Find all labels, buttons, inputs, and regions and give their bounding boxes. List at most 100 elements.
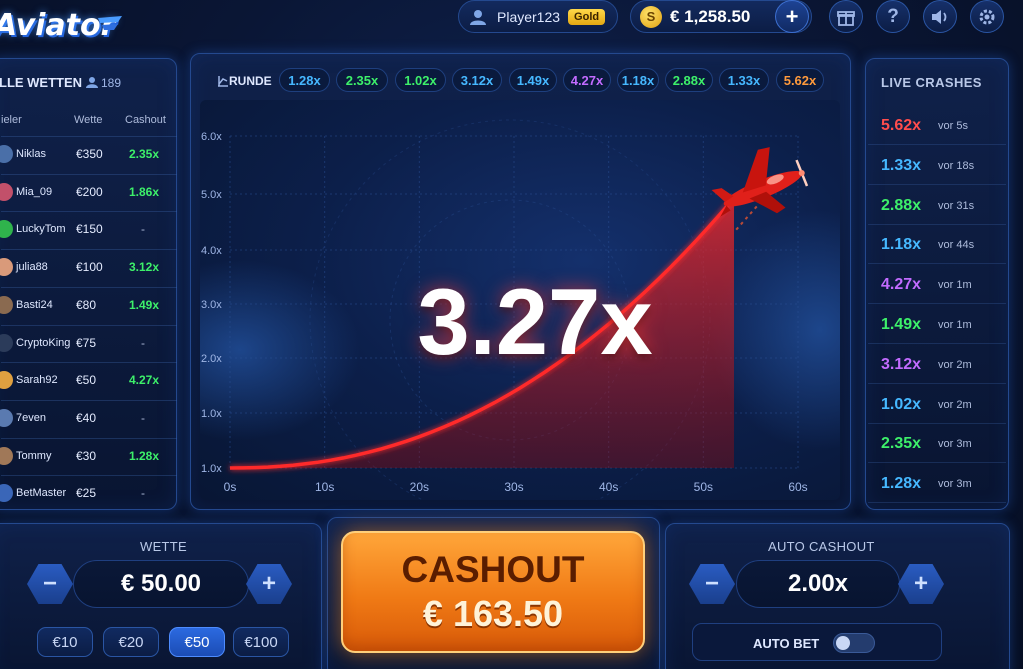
- bet-amount: €80: [76, 297, 97, 312]
- all-bets-panel: LLE WETTEN 189 ieler Wette Cashout Nikla…: [0, 58, 177, 510]
- bet-row: Basti24 €80 1.49x: [0, 286, 177, 324]
- minus-icon: −: [42, 570, 57, 597]
- quick-amount-button[interactable]: €10: [37, 627, 93, 657]
- help-button[interactable]: ?: [876, 0, 910, 33]
- sound-icon: [932, 9, 947, 24]
- plus-icon: +: [913, 570, 928, 597]
- crash-time: vor 5s: [938, 120, 968, 132]
- bet-row: Niklas €350 2.35x: [0, 136, 177, 173]
- auto-bet-label: AUTO BET: [753, 636, 820, 651]
- x-tick-label: 60s: [788, 480, 807, 494]
- crash-multiplier: 2.88x: [881, 196, 922, 214]
- auto-cashout-input[interactable]: 2.00x: [736, 560, 900, 608]
- avatar: [0, 484, 13, 503]
- quick-amount-button[interactable]: €20: [103, 627, 159, 657]
- y-tick-label: 4.0x: [201, 245, 222, 257]
- crash-multiplier: 3.12x: [881, 355, 922, 373]
- coin-icon: S: [640, 5, 662, 28]
- current-multiplier: 3.27x: [417, 269, 653, 374]
- y-tick-label: 6.0x: [201, 131, 222, 143]
- settings-button[interactable]: [970, 0, 1004, 33]
- crash-multiplier: 1.49x: [881, 316, 922, 333]
- crash-multiplier: 5.62x: [881, 117, 922, 134]
- crash-time: vor 1m: [938, 279, 972, 292]
- quick-amount-button[interactable]: €100: [233, 627, 289, 657]
- sound-button[interactable]: [923, 0, 957, 33]
- live-crash-row: 1.02x vor 2m: [868, 384, 1006, 424]
- x-tick-label: 10s: [315, 480, 334, 494]
- bet-row: BetMaster €25 -: [0, 475, 177, 512]
- player-name: CryptoKing: [16, 336, 71, 349]
- bet-amount: €200: [76, 184, 103, 199]
- bet-title: WETTE: [140, 539, 187, 554]
- bet-row: Sarah92 €50 4.27x: [0, 362, 177, 399]
- live-crash-row: 1.18x vor 44s: [868, 224, 1006, 265]
- live-crashes-title: LIVE CRASHES: [881, 75, 982, 90]
- add-funds-button[interactable]: +: [775, 0, 809, 33]
- bet-row: LuckyTom €150 -: [0, 211, 177, 248]
- y-tick-label: 1.0x: [201, 408, 222, 420]
- crash-time: vor 31s: [938, 199, 975, 212]
- crash-time: vor 18s: [938, 159, 975, 172]
- user-profile[interactable]: Player123 Gold: [458, 0, 618, 33]
- cashout-value: -: [141, 410, 145, 425]
- live-crash-row: 1.28x vor 3m: [868, 463, 1006, 504]
- crash-multiplier: 4.27x: [881, 276, 922, 294]
- bet-amount: €75: [76, 335, 97, 350]
- bet-amount: €150: [76, 222, 103, 237]
- player-name: Mia_09: [16, 185, 53, 198]
- avatar: [0, 258, 13, 277]
- round-chip: 1.02x: [395, 68, 446, 92]
- avatar: [0, 408, 13, 427]
- crash-multiplier: 1.18x: [881, 236, 922, 254]
- crash-multiplier: 1.28x: [881, 475, 922, 493]
- crash-multiplier: 1.02x: [881, 395, 922, 413]
- settings-icon: [979, 9, 995, 24]
- player-name: Sarah92: [16, 374, 58, 387]
- cashout-button[interactable]: CASHOUT € 163.50: [341, 531, 645, 653]
- all-bets-title: LLE WETTEN: [0, 75, 83, 90]
- cashout-value: 2.35x: [129, 147, 160, 161]
- game-canvas: 1.0x 1.0x 2.0x 3.0x 4.0x 5.0x 6.0x 0s 10s 20s 30s 4…: [200, 100, 840, 500]
- cashout-label: CASHOUT: [401, 549, 585, 590]
- gift-button[interactable]: [829, 0, 863, 33]
- cashout-value: 1.86x: [129, 184, 160, 199]
- round-chip: 4.27x: [563, 68, 611, 92]
- auto-cashout-title: AUTO CASHOUT: [768, 539, 875, 554]
- cashout-value: 3.12x: [129, 260, 160, 275]
- crash-time: vor 2m: [938, 358, 972, 371]
- plus-icon: +: [261, 570, 276, 597]
- player-name: Basti24: [16, 298, 53, 311]
- bets-list: Niklas €350 2.35x Mia_09 €200 1.86x LuckyTom €1…: [0, 136, 177, 512]
- round-chip: 1.33x: [719, 68, 769, 92]
- bet-amount: €350: [76, 147, 103, 161]
- round-chip: 2.88x: [665, 68, 713, 92]
- avatar: [0, 295, 13, 314]
- round-chip: 1.18x: [617, 68, 659, 92]
- live-crash-row: 3.12x vor 2m: [868, 344, 1006, 384]
- auto-bet-toggle-knob: [836, 636, 850, 650]
- bet-amount: €40: [76, 410, 97, 425]
- cashout-value: 1.49x: [129, 297, 160, 312]
- bet-amount: €50: [76, 373, 97, 388]
- cashout-value: -: [141, 222, 145, 237]
- auto-bet-toggle[interactable]: [833, 633, 875, 653]
- avatar: [0, 145, 13, 163]
- balance: € 1,258.50: [670, 6, 751, 26]
- col-header-cashout: Cashout: [125, 114, 166, 126]
- player-name: BetMaster: [16, 487, 67, 500]
- users-icon: [86, 77, 98, 88]
- round-chip: 1.28x: [279, 68, 330, 92]
- round-chip: 5.62x: [776, 68, 824, 92]
- rank-badge: Gold: [568, 8, 606, 25]
- quick-amount-button[interactable]: €50: [169, 627, 225, 657]
- crash-multiplier: 2.35x: [881, 435, 922, 453]
- bet-amount-input[interactable]: € 50.00: [73, 560, 249, 608]
- col-header-player: ieler: [1, 114, 22, 126]
- x-tick-label: 50s: [694, 480, 713, 494]
- live-crash-row: 2.88x vor 31s: [868, 185, 1006, 225]
- player-name: julia88: [16, 261, 48, 274]
- cashout-value: -: [141, 335, 145, 350]
- round-chip: 1.49x: [509, 68, 557, 92]
- y-tick-label: 1.0x: [201, 463, 222, 475]
